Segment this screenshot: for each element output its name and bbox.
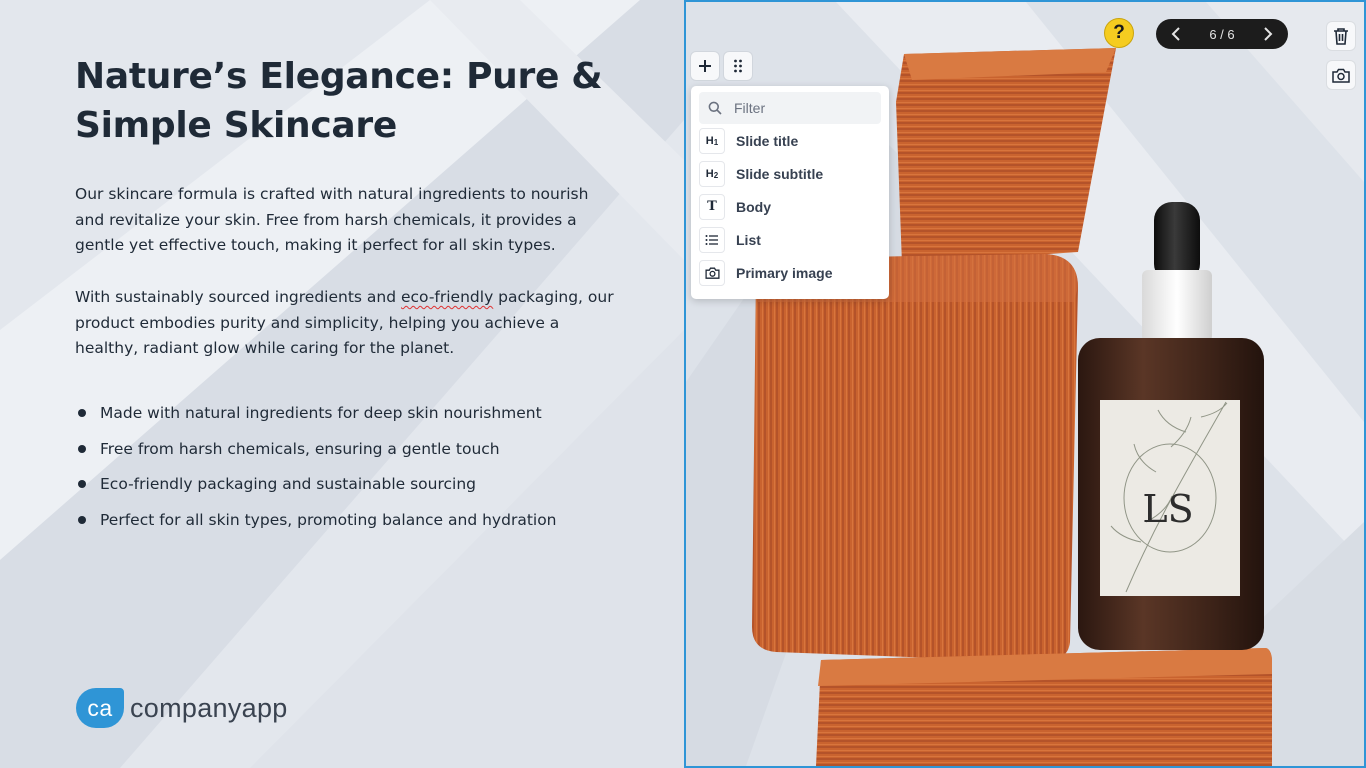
primary-image-panel[interactable]: LS ? 6 / 6 Filter H 1 Slide title H 2 Sl… (684, 0, 1366, 768)
menu-item-label: List (736, 231, 761, 248)
help-button[interactable]: ? (1104, 18, 1134, 48)
camera-icon (699, 259, 725, 286)
chevron-right-icon (1264, 27, 1273, 41)
heading-2-icon-level: 2 (713, 171, 719, 180)
bullet-dot-icon (78, 480, 86, 489)
menu-item-slide-title[interactable]: H1 Slide title (699, 124, 881, 157)
plus-icon (699, 60, 711, 72)
paragraph-2-text-start: With sustainably sourced ingredients and (75, 288, 401, 306)
menu-item-label: Slide title (736, 132, 799, 149)
slide-title[interactable]: Nature’s Elegance: Pure & Simple Skincar… (75, 52, 635, 150)
next-slide-button[interactable] (1260, 26, 1276, 42)
menu-item-primary-image[interactable]: Primary image (699, 256, 881, 289)
logo-text: companyapp (130, 692, 288, 723)
grip-dots-icon (734, 59, 742, 73)
list-item-text: Made with natural ingredients for deep s… (100, 404, 542, 422)
menu-item-body[interactable]: T Body (699, 190, 881, 223)
drag-handle[interactable] (724, 52, 752, 80)
list-item: Made with natural ingredients for deep s… (75, 400, 635, 436)
bullet-dot-icon (78, 444, 86, 453)
list-icon (699, 226, 725, 253)
list-item-text: Eco-friendly packaging and sustainable s… (100, 475, 476, 494)
list-item-text: Free from harsh chemicals, ensuring a ge… (100, 439, 500, 458)
text-icon: T (699, 193, 725, 220)
bottle-label-monogram: LS (1142, 487, 1193, 531)
search-icon (708, 101, 722, 115)
heading-1-icon: H1 (699, 127, 725, 154)
heading-2-icon-letter: H (705, 167, 714, 180)
list-item: Perfect for all skin types, promoting ba… (75, 507, 635, 543)
list-item: Free from harsh chemicals, ensuring a ge… (75, 436, 635, 472)
company-logo: ca companyapp (76, 688, 288, 728)
slide-content: Nature’s Elegance: Pure & Simple Skincar… (0, 0, 684, 768)
menu-item-list[interactable]: List (699, 223, 881, 256)
bullet-list[interactable]: Made with natural ingredients for deep s… (75, 400, 635, 542)
previous-slide-button[interactable] (1168, 26, 1184, 42)
add-block-button[interactable] (691, 52, 719, 80)
camera-icon (1332, 68, 1350, 83)
menu-item-label: Body (736, 198, 771, 215)
spellcheck-flagged-word[interactable]: eco-friendly (401, 288, 493, 306)
trash-icon (1334, 28, 1348, 45)
delete-slide-button[interactable] (1327, 22, 1355, 50)
menu-item-label: Slide subtitle (736, 165, 824, 182)
bullet-dot-icon (78, 515, 86, 524)
menu-item-label: Primary image (736, 264, 833, 281)
page-indicator: 6 / 6 (1209, 26, 1235, 42)
heading-1-icon-level: 1 (713, 138, 719, 147)
list-item-text: Perfect for all skin types, promoting ba… (100, 510, 557, 529)
heading-1-icon-letter: H (705, 134, 714, 147)
filter-input[interactable]: Filter (699, 92, 881, 124)
filter-placeholder: Filter (734, 100, 766, 116)
heading-2-icon: H2 (699, 160, 725, 187)
replace-image-button[interactable] (1327, 61, 1355, 89)
bullet-dot-icon (78, 409, 86, 417)
list-item: Eco-friendly packaging and sustainable s… (75, 471, 635, 507)
slide-pager: 6 / 6 (1156, 19, 1288, 49)
chevron-left-icon (1171, 27, 1180, 41)
text-icon-letter: T (707, 199, 717, 214)
add-block-menu: Filter H1 Slide title H2 Slide subtitle … (691, 86, 889, 299)
body-paragraph-1[interactable]: Our skincare formula is crafted with nat… (75, 182, 615, 259)
logo-mark: ca (76, 688, 124, 728)
body-paragraph-2[interactable]: With sustainably sourced ingredients and… (75, 285, 615, 362)
menu-item-slide-subtitle[interactable]: H2 Slide subtitle (699, 157, 881, 190)
